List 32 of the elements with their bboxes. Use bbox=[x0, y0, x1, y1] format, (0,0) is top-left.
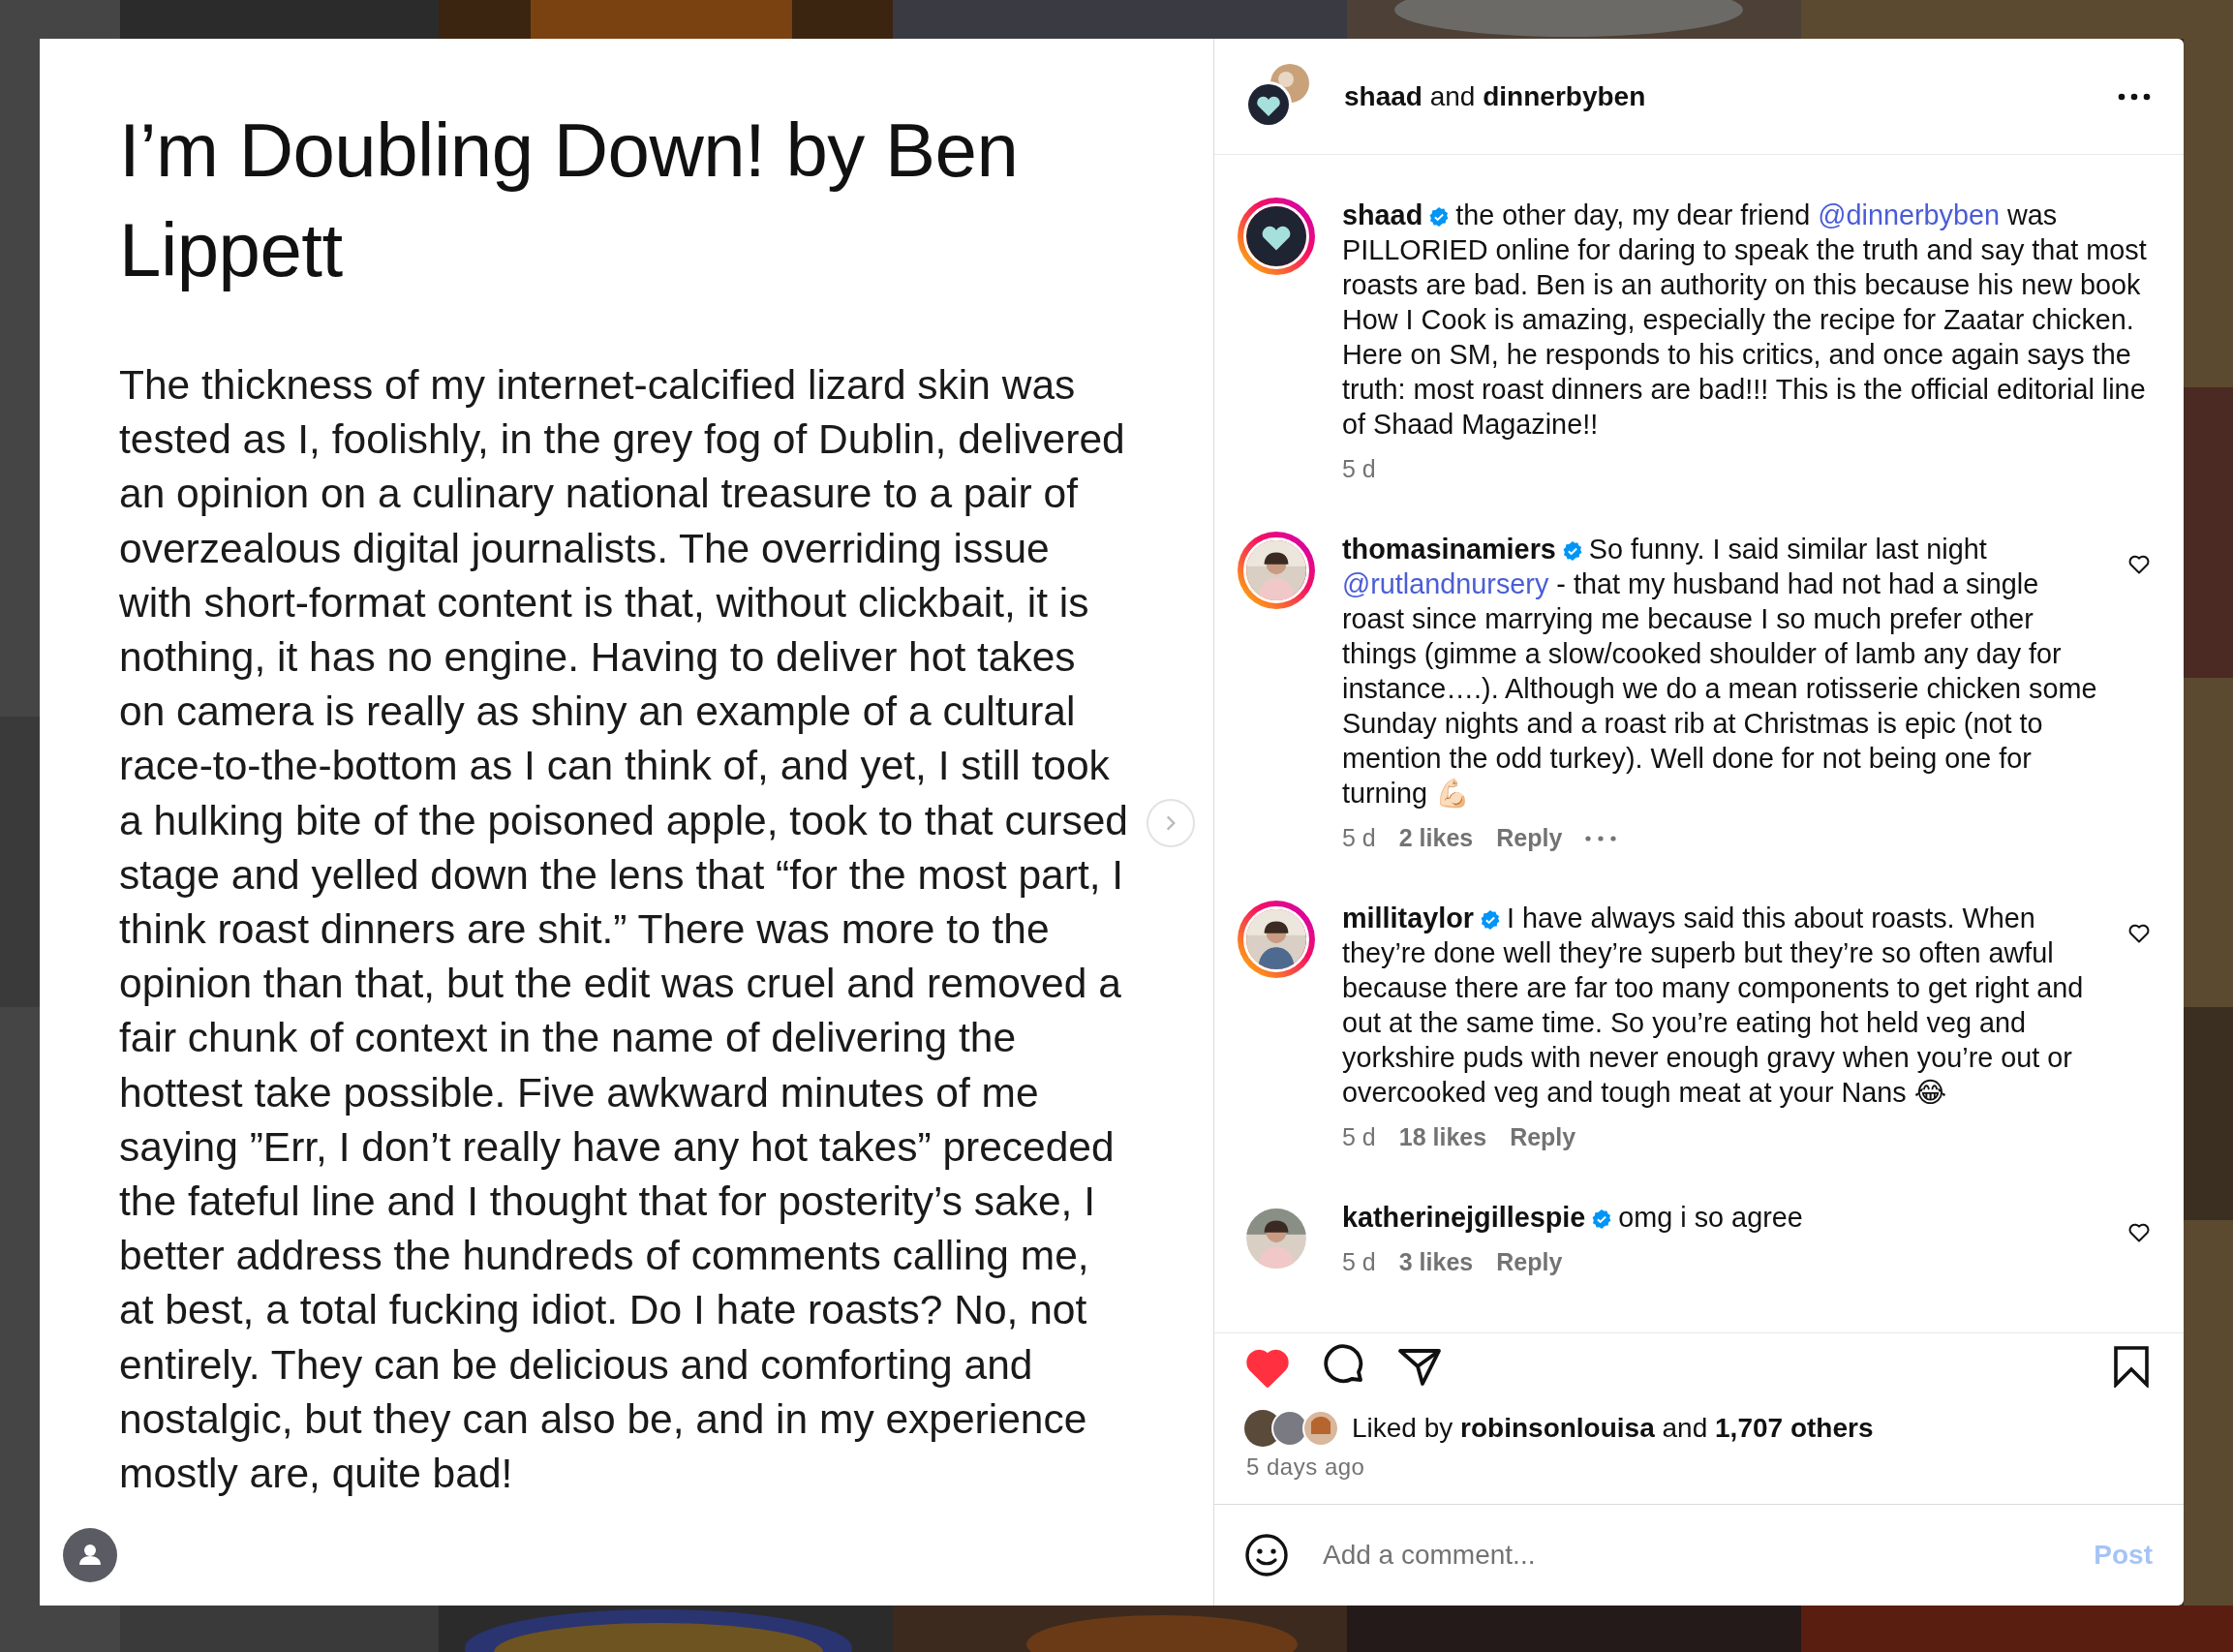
username-link[interactable]: shaad bbox=[1342, 199, 1423, 230]
mention-link[interactable]: @dinnerbyben bbox=[1818, 199, 2000, 230]
liked-by-text[interactable]: Liked by robinsonlouisa and 1,707 others bbox=[1352, 1413, 1874, 1444]
comment-text: katherinejgillespie omg i so agree bbox=[1342, 1201, 1804, 1235]
reply-link[interactable]: Reply bbox=[1510, 1123, 1576, 1151]
likes-count-link[interactable]: 2 likes bbox=[1398, 824, 1474, 852]
likes-count-link[interactable]: 18 likes bbox=[1398, 1123, 1487, 1151]
post-authors[interactable]: shaad and dinnerbyben bbox=[1344, 80, 2118, 112]
post-time: 5 days ago bbox=[1214, 1448, 2184, 1505]
bookmark-icon[interactable] bbox=[2112, 1345, 2151, 1388]
comment-text: shaad the other day, my dear friend @dinnerbyben was PILLORIED online for daring to speak the truth and say that most roasts are bad. Ben is an authority on this because his new book How I Cook is amazing, especially the recipe for Zaatar chicken. Here on SM, he responds to his critics, and once again says the truth: most roast dinners are bad!!! This is the official editorial line of Shaad Magazine!! bbox=[1342, 199, 2148, 442]
comment-time: 5 d bbox=[1342, 455, 1376, 483]
mention-link[interactable]: @rutlandnursery bbox=[1342, 568, 1549, 599]
more-options-icon[interactable] bbox=[2118, 92, 2151, 101]
like-heart-icon[interactable] bbox=[2127, 922, 2151, 943]
comment-time: 5 d bbox=[1342, 1123, 1376, 1151]
post-title: I’m Doubling Down! by Ben Lippett bbox=[119, 107, 1020, 294]
like-heart-icon[interactable] bbox=[2127, 1221, 2151, 1242]
username-link[interactable]: thomasinamiers bbox=[1342, 534, 1556, 565]
comment-time: 5 d bbox=[1342, 1248, 1376, 1276]
reply-link[interactable]: Reply bbox=[1496, 1248, 1563, 1276]
like-heart-icon[interactable] bbox=[2127, 553, 2151, 574]
username-link[interactable]: millitaylor bbox=[1342, 902, 1475, 933]
emoji-icon[interactable] bbox=[1243, 1532, 1290, 1578]
comment-text: thomasinamiers So funny. I said similar last night @rutlandnursery - that my husband had not had a single roast since marrying me because I so much prefer other things (gimme a slow/cooked shoulder of lamb any day for instance….). Although we do a mean rotisserie chicken some Sunday nights and a roast rib at Christmas is epic (not to mention the odd turkey). Well done for not being one for turning 💪🏻 bbox=[1342, 533, 2098, 811]
comment-time: 5 d bbox=[1342, 824, 1376, 852]
post-body-text: The thickness of my internet-calcified lizard skin was tested as I, foolishly, in the grey fog of Dublin, delivered an opinion on a culinary national treasure to a pair of overzealous digital journalists. The overriding issue with short-format content is that, without clickbait, it is nothing, it has no engine. Having to deliver hot takes on camera is really as shiny an example of a cultural race-to-the-bottom as I can think of, and yet, I still took a hulking bite of the poisoned apple, took to that cursed stage and yelled down the lens that “for the most part, I think roast dinners are shit.” There was more to the opinion than that, but the edit was cruel and removed a fair chunk of context in the name of delivering the hottest take possible. Five awkward minutes of me saying ”Err, I don’t really have any hot takes” preceded the fateful line and I thought that for posterity’s sake, I better address the hundreds of comments calling me, at best, a total fucking idiot. Do I hate roasts? No, not entirely. They can be delicious and comforting and nostalgic, but they can also be, and in my experience mostly are, quite bad! bbox=[119, 361, 1129, 1499]
reply-link[interactable]: Reply bbox=[1496, 824, 1563, 852]
username-link[interactable]: katherinejgillespie bbox=[1342, 1202, 1586, 1233]
comment-text: millitaylor I have always said this about roasts. When they’re done well they’re superb but they’re so often awful because there are far too many components to get right and out at the same time. So you’re eating hot held veg and yorkshire puds with never enough gravy when you’re out or overcooked veg and tough meat at your Nans 😂 bbox=[1342, 902, 2085, 1110]
user-tag-icon[interactable] bbox=[63, 1528, 117, 1582]
likes-count-link[interactable]: 3 likes bbox=[1398, 1248, 1474, 1276]
